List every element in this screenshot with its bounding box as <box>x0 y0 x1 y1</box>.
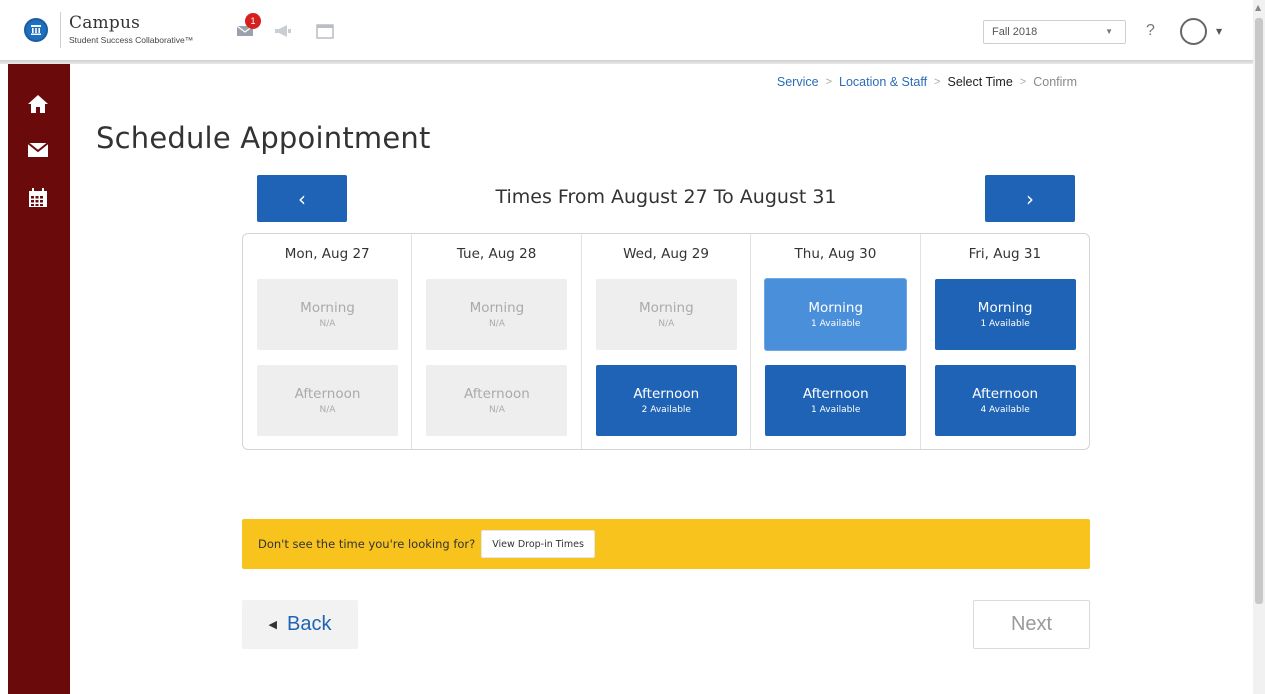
logo-divider <box>60 12 61 48</box>
day-label: Tue, Aug 28 <box>456 246 537 262</box>
top-bar-divider <box>0 60 1253 64</box>
day-column-thu: Thu, Aug 30 Morning 1 Available Afternoo… <box>751 234 921 449</box>
term-select-value: Fall 2018 <box>992 26 1038 38</box>
slot-availability: N/A <box>488 319 505 329</box>
slot-fri-afternoon[interactable]: Afternoon 4 Available <box>934 365 1076 436</box>
slot-wed-afternoon[interactable]: Afternoon 2 Available <box>595 365 737 436</box>
slot-name: Afternoon <box>464 386 530 402</box>
time-slot-calendar: Mon, Aug 27 Morning N/A Afternoon N/A Tu… <box>242 233 1090 450</box>
home-icon[interactable] <box>21 89 55 119</box>
breadcrumb-separator: > <box>1019 76 1027 88</box>
next-button[interactable]: Next <box>973 600 1090 649</box>
scroll-up-icon[interactable]: ▲ <box>1255 3 1261 12</box>
calendar-icon[interactable] <box>21 183 55 213</box>
help-icon[interactable]: ? <box>1146 22 1155 40</box>
slot-name: Afternoon <box>972 386 1039 402</box>
day-column-wed: Wed, Aug 29 Morning N/A Afternoon 2 Avai… <box>582 234 752 449</box>
breadcrumb-confirm: Confirm <box>1033 75 1077 89</box>
slot-availability: N/A <box>319 405 336 415</box>
notification-badge: 1 <box>245 13 261 29</box>
breadcrumb-separator: > <box>934 76 941 88</box>
left-sidebar <box>8 64 70 694</box>
slot-name: Morning <box>808 300 864 316</box>
slot-name: Morning <box>469 300 525 316</box>
brand-name[interactable]: Campus <box>69 13 140 33</box>
view-drop-in-times-button[interactable]: View Drop-in Times <box>481 530 595 558</box>
drop-in-banner: Don't see the time you're looking for? V… <box>242 519 1090 569</box>
slot-tue-morning: Morning N/A <box>426 279 568 350</box>
page-title: Schedule Appointment <box>96 121 431 155</box>
breadcrumb-select-time: Select Time <box>947 75 1013 89</box>
university-logo-icon[interactable] <box>24 18 48 42</box>
breadcrumb-separator: > <box>825 76 833 88</box>
slot-mon-afternoon: Afternoon N/A <box>257 365 398 436</box>
megaphone-icon[interactable] <box>272 22 294 40</box>
slot-availability: 1 Available <box>811 405 861 415</box>
window-icon[interactable] <box>314 22 336 40</box>
day-column-tue: Tue, Aug 28 Morning N/A Afternoon N/A <box>412 234 582 449</box>
slot-availability: 2 Available <box>641 405 691 415</box>
slot-mon-morning: Morning N/A <box>257 279 398 350</box>
breadcrumb-service[interactable]: Service <box>777 75 819 89</box>
slot-availability: 1 Available <box>811 319 861 329</box>
slot-name: Morning <box>300 300 355 316</box>
drop-in-prompt: Don't see the time you're looking for? <box>258 537 476 551</box>
day-label: Wed, Aug 29 <box>623 246 709 262</box>
next-week-button[interactable]: › <box>985 175 1075 222</box>
back-button[interactable]: ◀ Back <box>242 600 358 649</box>
vertical-scrollbar[interactable]: ▲ <box>1253 0 1265 694</box>
slot-thu-morning[interactable]: Morning 1 Available <box>765 279 907 350</box>
slot-wed-morning: Morning N/A <box>595 279 737 350</box>
back-arrow-icon: ◀ <box>268 619 277 631</box>
scrollbar-thumb[interactable] <box>1255 18 1263 604</box>
slot-availability: 4 Available <box>980 405 1030 415</box>
envelope-icon[interactable] <box>21 135 55 165</box>
chevron-down-icon[interactable]: ▼ <box>1216 27 1222 36</box>
brand-subtitle: Student Success Collaborative™ <box>69 35 194 45</box>
slot-name: Morning <box>977 300 1033 316</box>
slot-name: Afternoon <box>802 386 869 402</box>
day-label: Thu, Aug 30 <box>794 246 877 262</box>
slot-availability: N/A <box>658 319 675 329</box>
top-bar: Campus Student Success Collaborative™ 1 … <box>0 0 1253 62</box>
slot-thu-afternoon[interactable]: Afternoon 1 Available <box>765 365 907 436</box>
breadcrumb: Service > Location & Staff > Select Time… <box>777 75 1077 89</box>
breadcrumb-location-staff[interactable]: Location & Staff <box>839 75 927 89</box>
avatar-icon[interactable] <box>1180 18 1207 45</box>
slot-availability: N/A <box>319 319 336 329</box>
slot-availability: N/A <box>488 405 505 415</box>
previous-week-button[interactable]: ‹ <box>257 175 347 222</box>
slot-fri-morning[interactable]: Morning 1 Available <box>934 279 1076 350</box>
day-column-fri: Fri, Aug 31 Morning 1 Available Afternoo… <box>921 234 1089 449</box>
slot-tue-afternoon: Afternoon N/A <box>426 365 568 436</box>
slot-name: Afternoon <box>294 386 361 402</box>
slot-name: Afternoon <box>633 386 700 402</box>
week-range-title: Times From August 27 To August 31 <box>495 186 837 208</box>
day-label: Fri, Aug 31 <box>968 246 1042 262</box>
day-label: Mon, Aug 27 <box>284 246 370 262</box>
slot-availability: 1 Available <box>980 319 1030 329</box>
back-button-label: Back <box>287 613 332 635</box>
day-column-mon: Mon, Aug 27 Morning N/A Afternoon N/A <box>243 234 413 449</box>
chevron-down-icon: ▼ <box>1105 27 1113 36</box>
slot-name: Morning <box>638 300 694 316</box>
columns-glyph <box>31 25 41 35</box>
term-select[interactable]: Fall 2018 ▼ <box>983 20 1126 44</box>
